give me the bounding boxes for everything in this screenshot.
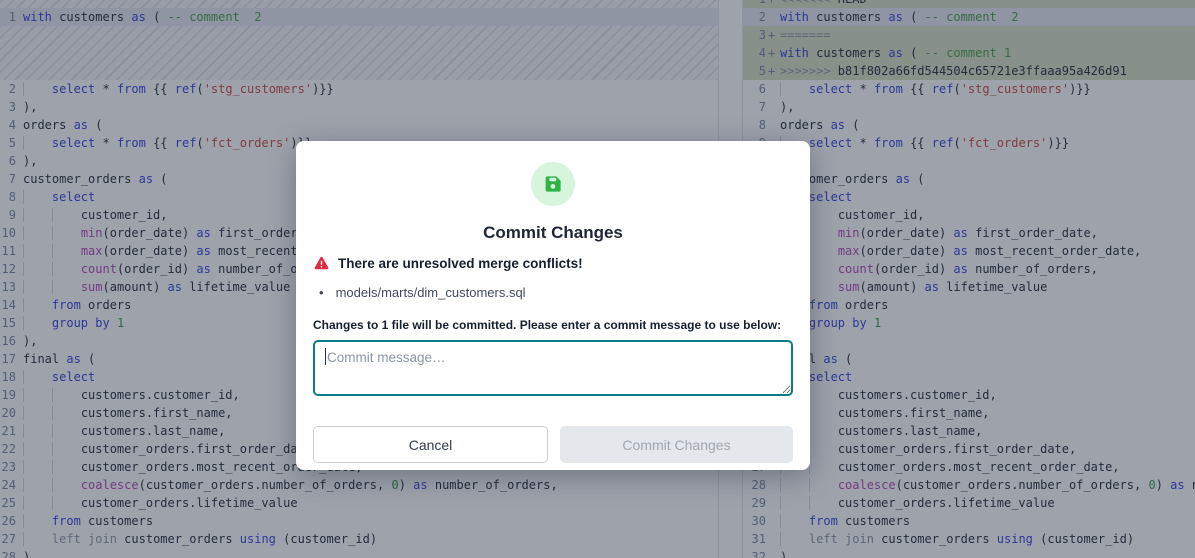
- commit-changes-button[interactable]: Commit Changes: [560, 426, 793, 463]
- merge-conflict-warning: There are unresolved merge conflicts!: [338, 256, 583, 271]
- ide-diff-screen: 1with customers as ( -- comment 22 selec…: [0, 0, 1195, 558]
- commit-instruction: Changes to 1 file will be committed. Ple…: [313, 318, 793, 332]
- warning-icon: [313, 255, 330, 272]
- text-cursor: [325, 348, 326, 365]
- conflict-file-path: models/marts/dim_customers.sql: [336, 285, 526, 300]
- conflict-file-item: • models/marts/dim_customers.sql: [313, 285, 793, 300]
- bullet-icon: •: [319, 285, 324, 300]
- modal-title: Commit Changes: [313, 223, 793, 243]
- save-icon: [531, 162, 575, 206]
- cancel-button[interactable]: Cancel: [313, 426, 548, 463]
- commit-message-input[interactable]: [313, 340, 793, 396]
- commit-changes-modal: Commit Changes There are unresolved merg…: [296, 141, 810, 470]
- modal-icon-wrap: [313, 162, 793, 206]
